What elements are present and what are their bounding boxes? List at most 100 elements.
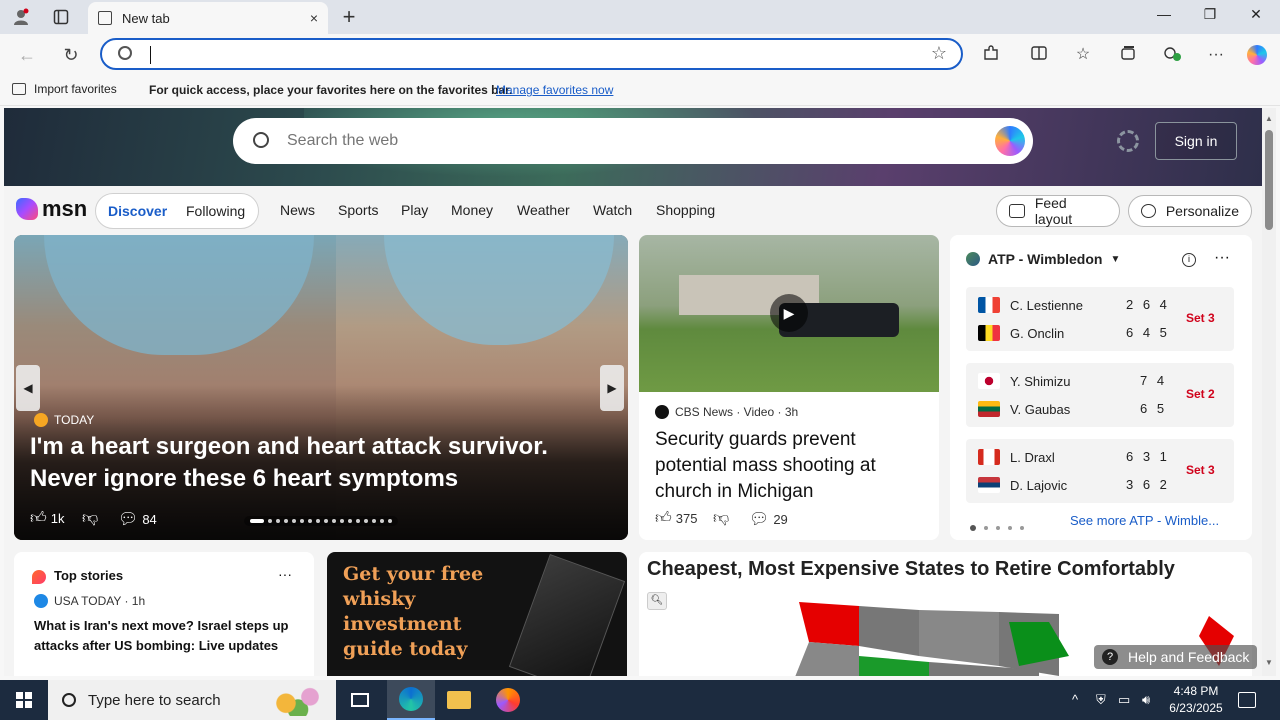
nav-play[interactable]: Play	[401, 202, 428, 218]
sign-in-button[interactable]: Sign in	[1155, 122, 1237, 160]
notification-icon[interactable]	[1238, 692, 1256, 708]
extensions-icon[interactable]	[980, 44, 1002, 66]
carousel-prev-button[interactable]: ◀	[16, 365, 40, 411]
security-icon[interactable]: ⛨	[1096, 692, 1106, 708]
favorite-star-icon[interactable]: ☆	[931, 43, 947, 64]
tab-discover[interactable]: Discover	[108, 203, 167, 219]
web-search-input[interactable]	[287, 129, 947, 153]
map-story-title[interactable]: Cheapest, Most Expensive States to Retir…	[647, 558, 1175, 581]
help-feedback-button[interactable]: ? Help and Feedback	[1094, 645, 1258, 669]
network-icon[interactable]: ▭	[1118, 692, 1130, 708]
back-button[interactable]: ←	[14, 42, 40, 68]
nav-sports[interactable]: Sports	[338, 202, 378, 218]
copilot-icon[interactable]	[1246, 44, 1268, 66]
top-story-source: USA TODAY · 1h	[34, 594, 145, 608]
question-icon: ?	[1102, 649, 1118, 665]
nav-shopping[interactable]: Shopping	[656, 202, 715, 218]
tab-actions-icon[interactable]	[50, 6, 72, 28]
chevron-up-icon[interactable]: ^	[1072, 692, 1078, 707]
split-screen-icon[interactable]	[1028, 44, 1050, 66]
taskbar: Type here to search ^ ⛨ ▭ 🔊︎ 4:48 PM 6/2…	[0, 680, 1280, 720]
close-window-button[interactable]: ✕	[1233, 6, 1279, 23]
hero-search-box[interactable]	[233, 118, 1033, 164]
video-comments-button[interactable]: 💬︎ 29	[749, 509, 788, 529]
copilot-icon[interactable]	[995, 126, 1025, 156]
nav-weather[interactable]: Weather	[517, 202, 570, 218]
nav-news[interactable]: News	[280, 202, 315, 218]
gear-icon[interactable]	[1117, 130, 1139, 152]
tab-following[interactable]: Following	[186, 203, 245, 219]
task-view-button[interactable]	[346, 686, 374, 714]
zoom-search-icon[interactable]: 🔍︎	[647, 592, 667, 610]
more-options-icon[interactable]: ···	[1214, 249, 1230, 267]
match-row[interactable]: L. Draxl 6 3 1 D. Lajovic 3 6 2 Set 3	[966, 439, 1234, 503]
volume-icon[interactable]: 🔊︎	[1142, 692, 1150, 708]
video-like-count: 375	[675, 511, 698, 526]
collections-icon[interactable]	[1117, 44, 1139, 66]
msn-logo[interactable]: msn	[16, 196, 87, 222]
page-scrollbar[interactable]: ▲ ▼	[1262, 108, 1276, 676]
taskbar-search-placeholder: Type here to search	[88, 691, 221, 709]
new-tab-button[interactable]: +	[338, 4, 360, 30]
atp-league-selector[interactable]: ATP - Wimbledon ▼	[966, 251, 1120, 267]
player-name: G. Onclin	[1010, 325, 1065, 341]
see-more-atp-link[interactable]: See more ATP - Wimble...	[1070, 513, 1219, 528]
top-stories-title[interactable]: Top stories	[54, 568, 123, 583]
toolbar: ← ↻ ☆ ☆ ···	[0, 34, 1280, 74]
manage-favorites-link[interactable]: Manage favorites now	[496, 83, 613, 97]
video-story-title[interactable]: Security guards prevent potential mass s…	[655, 427, 925, 505]
player-row: D. Lajovic	[978, 475, 1067, 495]
like-button[interactable]: 👍︎ 1k	[30, 509, 64, 528]
play-icon[interactable]: ▶	[770, 294, 808, 332]
browser-essentials-icon[interactable]	[1161, 44, 1183, 66]
start-button[interactable]	[0, 680, 48, 720]
tab-new-tab[interactable]: New tab ×	[88, 2, 328, 34]
import-favorites-label: Import favorites	[34, 82, 117, 96]
personalize-button[interactable]: Personalize	[1128, 195, 1252, 227]
restore-button[interactable]: ❐	[1187, 6, 1233, 23]
scroll-thumb[interactable]	[1265, 130, 1273, 230]
match-row[interactable]: C. Lestienne 2 6 4 G. Onclin 6 4 5 Set 3	[966, 287, 1234, 351]
comments-button[interactable]: 💬︎ 84	[118, 509, 157, 529]
import-favorites-button[interactable]: Import favorites	[12, 82, 117, 96]
address-bar[interactable]: ☆	[100, 38, 963, 70]
chevron-down-icon: ▼	[1110, 253, 1121, 265]
minimize-button[interactable]: —	[1141, 6, 1187, 22]
refresh-button[interactable]: ↻	[58, 42, 84, 68]
system-clock[interactable]: 4:48 PM 6/23/2025	[1168, 683, 1224, 717]
taskbar-firefox[interactable]	[494, 686, 522, 714]
video-dislike-button[interactable]: 👎︎	[713, 509, 733, 528]
top-story-headline[interactable]: What is Iran's next move? Israel steps u…	[34, 616, 302, 656]
more-options-icon[interactable]: ···	[278, 566, 292, 582]
favorites-icon[interactable]: ☆	[1072, 44, 1094, 66]
league-logo-icon	[966, 252, 980, 266]
close-tab-icon[interactable]: ×	[310, 10, 318, 26]
feed-layout-button[interactable]: Feed layout	[996, 195, 1120, 227]
flag-serbia-icon	[978, 477, 1000, 493]
taskbar-file-explorer[interactable]	[445, 686, 473, 714]
ad-card[interactable]: Get your free whisky investment guide to…	[327, 552, 627, 676]
taskbar-search[interactable]: Type here to search	[48, 680, 336, 720]
nav-watch[interactable]: Watch	[593, 202, 632, 218]
carousel-next-button[interactable]: ▶	[600, 365, 624, 411]
nav-money[interactable]: Money	[451, 202, 493, 218]
carousel-indicator[interactable]	[244, 516, 398, 526]
match-row[interactable]: Y. Shimizu 7 4 V. Gaubas 6 5 Set 2	[966, 363, 1234, 427]
video-like-button[interactable]: 👍︎ 375	[655, 509, 697, 528]
info-icon[interactable]: i	[1182, 253, 1196, 267]
dislike-button[interactable]: 👎︎	[82, 509, 102, 528]
scroll-down-icon[interactable]: ▼	[1265, 658, 1273, 667]
taskbar-edge[interactable]	[387, 680, 435, 720]
atp-page-indicator[interactable]	[970, 525, 1032, 531]
title-bar: New tab × + — ❐ ✕	[0, 0, 1280, 34]
address-input[interactable]	[152, 44, 912, 66]
video-story-card[interactable]: ▶ CBS News · Video · 3h Security guards …	[639, 235, 939, 540]
main-story-card[interactable]: ◀ ▶ TODAY I'm a heart surgeon and heart …	[14, 235, 628, 540]
profile-icon[interactable]	[10, 6, 32, 28]
text-caret	[150, 46, 151, 64]
player-score: 6 4 5	[1126, 325, 1170, 340]
main-story-title[interactable]: I'm a heart surgeon and heart attack sur…	[30, 431, 620, 495]
settings-more-icon[interactable]: ···	[1205, 44, 1227, 66]
msn-logo-text: msn	[42, 196, 88, 221]
scroll-up-icon[interactable]: ▲	[1265, 114, 1273, 123]
